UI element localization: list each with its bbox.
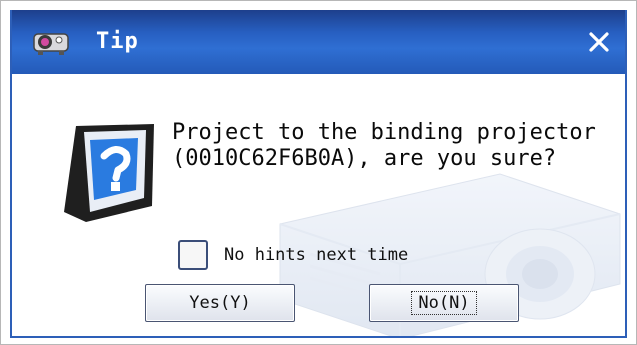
projector-app-icon (33, 33, 69, 55)
confirmation-message: Project to the binding projector (0010C6… (172, 120, 625, 172)
no-hints-option[interactable]: No hints next time (178, 238, 408, 272)
no-hints-label[interactable]: No hints next time (224, 245, 408, 265)
close-icon (589, 32, 609, 52)
yes-button[interactable]: Yes(Y) (145, 284, 295, 322)
screen-frame: Tip Project to the binding projector (00… (0, 0, 637, 345)
close-button[interactable] (583, 26, 615, 58)
no-hints-checkbox[interactable] (178, 240, 208, 270)
no-button-label: No(N) (411, 291, 477, 315)
help-question-icon (64, 124, 154, 222)
message-line-2: (0010C62F6B0A), are you sure? (172, 146, 557, 171)
yes-button-label: Yes(Y) (189, 293, 251, 313)
title-bar[interactable]: Tip (12, 10, 625, 74)
message-line-1: Project to the binding projector (172, 120, 596, 145)
no-button[interactable]: No(N) (369, 284, 519, 322)
tip-dialog: Tip Project to the binding projector (00… (10, 10, 627, 338)
dialog-body: Project to the binding projector (0010C6… (12, 74, 625, 336)
dialog-title: Tip (96, 29, 139, 54)
